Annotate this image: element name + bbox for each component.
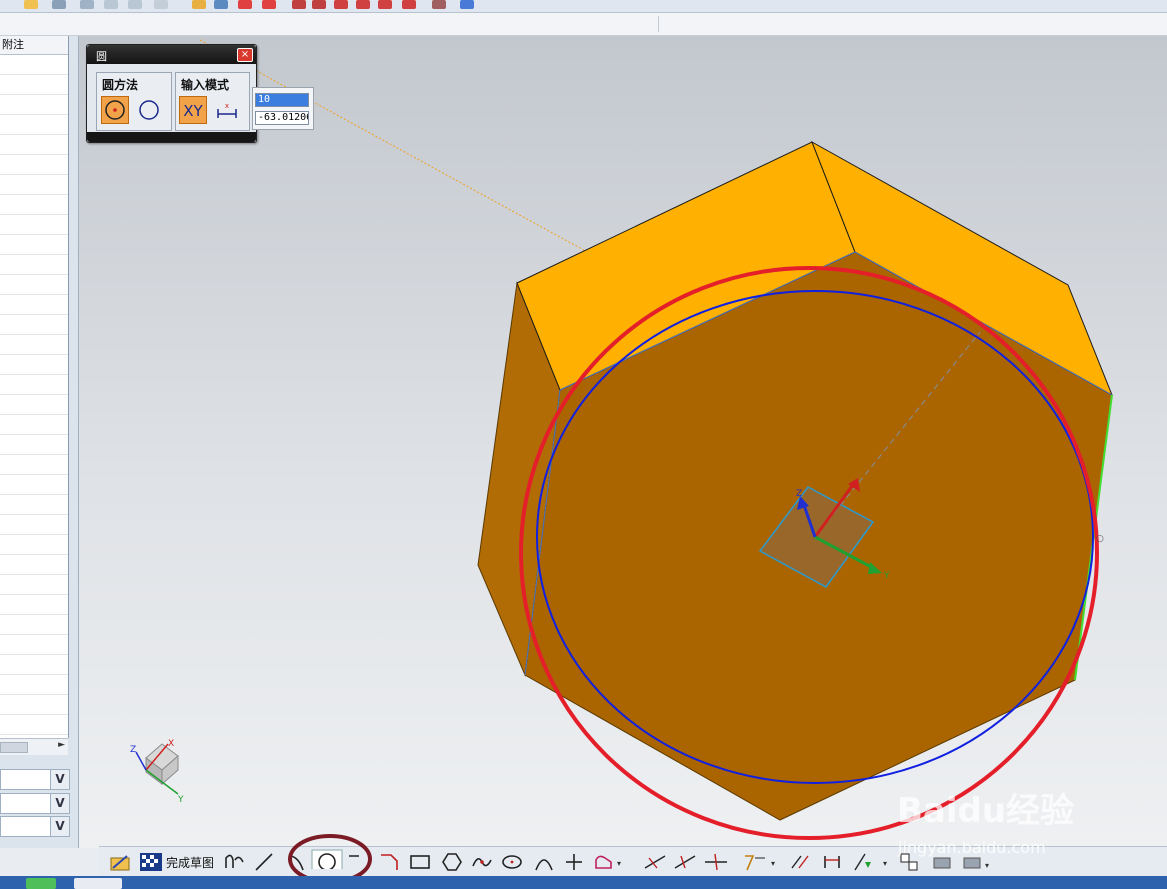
point-marker: ○ — [1096, 534, 1104, 544]
line-tool-icon[interactable] — [253, 852, 275, 872]
svg-text:x: x — [225, 102, 229, 110]
svg-text:▾: ▾ — [985, 861, 989, 870]
dialog-footer — [87, 132, 256, 142]
close-icon[interactable]: × — [237, 48, 253, 62]
inferred-dimension-icon[interactable]: ▾ — [851, 852, 891, 872]
constraint-tool-icon[interactable]: ▾ — [739, 852, 779, 872]
quick-extend-icon[interactable] — [673, 852, 699, 872]
circle-dialog: 圆 × 圆方法 输入模式 XY x — [86, 44, 257, 143]
y-label-arrow: Y — [883, 571, 890, 581]
triad-z-label: Z — [130, 745, 136, 755]
z-label: Z — [796, 489, 802, 499]
taskbar-button[interactable] — [74, 878, 122, 889]
circle-method-group: 圆方法 — [96, 72, 172, 131]
input-mode-group: 输入模式 XY x — [175, 72, 250, 131]
triad-x-label: X — [168, 739, 174, 749]
circle-method-label: 圆方法 — [102, 78, 139, 92]
finish-sketch-label[interactable]: 完成草图 — [166, 854, 214, 871]
point-tool-icon[interactable] — [563, 852, 585, 872]
profile-tool-icon[interactable] — [223, 852, 245, 872]
svg-text:▾: ▾ — [771, 859, 775, 868]
watermark-logo-text: Baidu经验 — [897, 791, 1074, 831]
offset-curve-icon[interactable]: ▾ — [593, 852, 625, 872]
chamfer-tool-icon[interactable] — [379, 852, 401, 872]
triad-y-label: Y — [177, 795, 184, 805]
xy-text: XY — [183, 102, 203, 120]
finish-sketch-icon[interactable] — [139, 852, 163, 872]
quick-trim-icon[interactable] — [643, 852, 669, 872]
xy-coordinate-mode-icon[interactable]: XY — [179, 96, 207, 124]
center-point-circle-icon[interactable] — [101, 96, 129, 124]
polygon-tool-icon[interactable] — [441, 852, 463, 872]
parameter-mode-icon[interactable]: x — [213, 96, 241, 124]
watermark-url: jingyan.baidu.com — [898, 838, 1046, 857]
dialog-title: 圆 — [96, 50, 107, 63]
svg-text:▾: ▾ — [617, 859, 621, 868]
parallel-constraint-icon[interactable] — [789, 852, 815, 872]
three-point-circle-icon[interactable] — [135, 96, 163, 124]
yc-input[interactable]: -63.01206 — [255, 111, 309, 125]
svg-text:▾: ▾ — [883, 859, 887, 868]
input-mode-label: 输入模式 — [181, 78, 230, 92]
taskbar-button[interactable] — [26, 878, 56, 889]
dialog-title-bar[interactable]: 圆 × — [87, 45, 256, 64]
ellipse-tool-icon[interactable] — [501, 852, 523, 872]
spline-tool-icon[interactable] — [471, 852, 493, 872]
make-corner-icon[interactable] — [703, 852, 729, 872]
conic-tool-icon[interactable] — [533, 852, 555, 872]
taskbar — [0, 876, 1167, 889]
sketch-plane-icon[interactable] — [109, 852, 133, 872]
dimension-tool-icon[interactable] — [821, 852, 847, 872]
view-triad: X Y Z — [130, 739, 184, 805]
rectangle-tool-icon[interactable] — [409, 852, 431, 872]
xc-input[interactable]: 10 — [255, 93, 309, 107]
